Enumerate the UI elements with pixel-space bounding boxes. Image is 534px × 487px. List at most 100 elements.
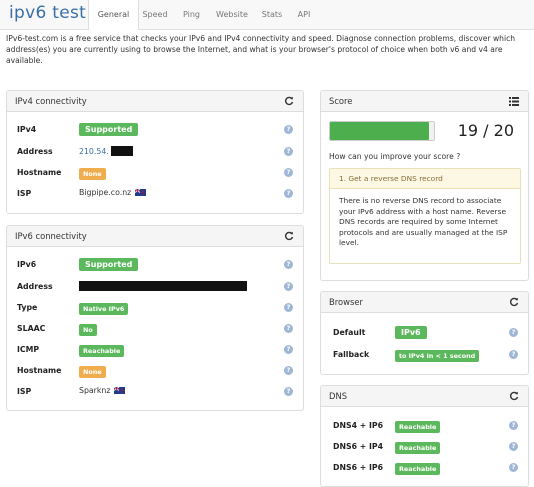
help-icon[interactable]: ? — [284, 345, 293, 354]
ipv6-row-slaac: SLAAC No ? — [7, 320, 303, 340]
tab-stats[interactable]: Stats — [254, 0, 290, 29]
status-badge: Native IPv6 — [79, 303, 129, 315]
row-label: Type — [17, 303, 38, 312]
intro-text: IPv6-test.com is a free service that che… — [6, 34, 516, 65]
ipv4-panel-title: IPv4 connectivity — [15, 96, 87, 106]
help-icon[interactable]: ? — [284, 282, 293, 291]
tab-website[interactable]: Website — [210, 0, 254, 29]
status-badge: Supported — [79, 123, 139, 136]
status-badge: to IPv4 in < 1 second — [395, 350, 480, 362]
ipv4-row-ipv4: IPv4 Supported ? — [7, 121, 303, 141]
row-label: Hostname — [17, 168, 62, 177]
browser-row-default: Default IPv6 ? — [321, 324, 528, 344]
help-icon[interactable]: ? — [284, 366, 293, 375]
tip-body: There is no reverse DNS record to associ… — [339, 196, 508, 247]
score-panel: Score 19 / 20 How can you improve your s… — [320, 90, 529, 281]
row-label: Fallback — [333, 350, 370, 359]
navbar: ipv6 test General Speed Ping Website Sta… — [0, 0, 534, 30]
nz-flag-icon — [135, 189, 147, 196]
brand-logo[interactable]: ipv6 test — [9, 3, 86, 23]
tip-box: 1. Get a reverse DNS record There is no … — [329, 168, 521, 264]
tab-speed[interactable]: Speed — [137, 0, 173, 29]
help-icon[interactable]: ? — [509, 328, 518, 337]
ipv4-row-hostname: Hostname None ? — [7, 164, 303, 184]
dns-row-dns4-ip6: DNS4 + IP6 Reachable ? — [321, 417, 528, 437]
help-icon[interactable]: ? — [284, 125, 293, 134]
score-panel-title: Score — [329, 96, 353, 106]
dns-row-dns6-ip6: DNS6 + IP6 Reachable ? — [321, 459, 528, 479]
refresh-icon[interactable] — [507, 388, 521, 404]
help-icon[interactable]: ? — [509, 421, 518, 430]
status-badge: None — [79, 168, 106, 180]
isp-name: Sparknz — [79, 386, 111, 395]
ipv4-row-address: Address 210.54. ? — [7, 143, 303, 163]
status-badge: Reachable — [395, 442, 441, 454]
dns-row-dns6-ip4: DNS6 + IP4 Reachable ? — [321, 438, 528, 458]
tab-general[interactable]: General — [88, 0, 139, 30]
score-progress-bar — [329, 121, 435, 141]
browser-panel-header: Browser — [321, 292, 528, 313]
help-icon[interactable]: ? — [284, 324, 293, 333]
help-icon[interactable]: ? — [284, 387, 293, 396]
row-label: Address — [17, 147, 53, 156]
redacted-block — [110, 146, 133, 156]
score-progress-fill — [330, 122, 429, 140]
tab-ping[interactable]: Ping — [173, 0, 210, 29]
row-label: IPv4 — [17, 125, 37, 134]
ipv6-row-icmp: ICMP Reachable ? — [7, 341, 303, 361]
status-badge: No — [79, 324, 97, 336]
row-label: ISP — [17, 189, 32, 198]
ipv6-row-address: Address ? — [7, 278, 303, 298]
help-icon[interactable]: ? — [284, 168, 293, 177]
row-label: DNS4 + IP6 — [333, 421, 384, 430]
status-badge: Supported — [79, 258, 139, 271]
ipv6-row-type: Type Native IPv6 ? — [7, 299, 303, 319]
status-badge: Reachable — [395, 463, 441, 475]
tab-api[interactable]: API — [290, 0, 318, 29]
help-icon[interactable]: ? — [284, 260, 293, 269]
row-label: Hostname — [17, 366, 62, 375]
browser-row-fallback: Fallback to IPv4 in < 1 second ? — [321, 346, 528, 366]
refresh-icon[interactable] — [282, 93, 296, 109]
status-badge: Reachable — [395, 421, 441, 433]
ipv6-panel-header: IPv6 connectivity — [7, 226, 303, 247]
help-icon[interactable]: ? — [509, 350, 518, 359]
ipv4-panel-header: IPv4 connectivity — [7, 91, 303, 112]
dns-panel-header: DNS — [321, 386, 528, 407]
ipv4-row-isp: ISP Bigpipe.co.nz ? — [7, 185, 303, 205]
improve-question: How can you improve your score ? — [329, 152, 461, 161]
row-label: ICMP — [17, 345, 40, 354]
help-icon[interactable]: ? — [284, 189, 293, 198]
help-icon[interactable]: ? — [284, 303, 293, 312]
ipv6-row-ipv6: IPv6 Supported ? — [7, 256, 303, 276]
row-label: Default — [333, 328, 366, 337]
score-value: 19 / 20 — [457, 121, 514, 140]
ipv4-address[interactable]: 210.54. — [79, 147, 109, 156]
list-icon[interactable] — [507, 93, 521, 109]
refresh-icon[interactable] — [282, 228, 296, 244]
dns-panel: DNS DNS4 + IP6 Reachable ? DNS6 + IP4 Re… — [320, 385, 529, 487]
row-label: SLAAC — [17, 324, 46, 333]
nz-flag-icon — [114, 387, 126, 394]
help-icon[interactable]: ? — [509, 442, 518, 451]
browser-panel-title: Browser — [329, 297, 363, 307]
refresh-icon[interactable] — [507, 294, 521, 310]
row-label: DNS6 + IP6 — [333, 463, 384, 472]
row-label: Address — [17, 282, 53, 291]
tip-title[interactable]: 1. Get a reverse DNS record — [330, 169, 520, 189]
isp-name: Bigpipe.co.nz — [79, 188, 132, 197]
ipv6-panel-title: IPv6 connectivity — [15, 231, 87, 241]
row-label: IPv6 — [17, 260, 37, 269]
help-icon[interactable]: ? — [509, 463, 518, 472]
score-panel-header: Score — [321, 91, 528, 112]
ipv6-row-isp: ISP Sparknz ? — [7, 383, 303, 403]
status-badge: Reachable — [79, 345, 125, 357]
browser-panel: Browser Default IPv6 ? Fallback to IPv4 … — [320, 291, 529, 375]
help-icon[interactable]: ? — [284, 147, 293, 156]
status-badge: None — [79, 366, 106, 378]
ipv4-panel: IPv4 connectivity IPv4 Supported ? Addre… — [6, 90, 304, 214]
redacted-block — [79, 281, 247, 291]
row-label: ISP — [17, 387, 32, 396]
status-badge: IPv6 — [395, 326, 427, 339]
dns-panel-title: DNS — [329, 391, 348, 401]
